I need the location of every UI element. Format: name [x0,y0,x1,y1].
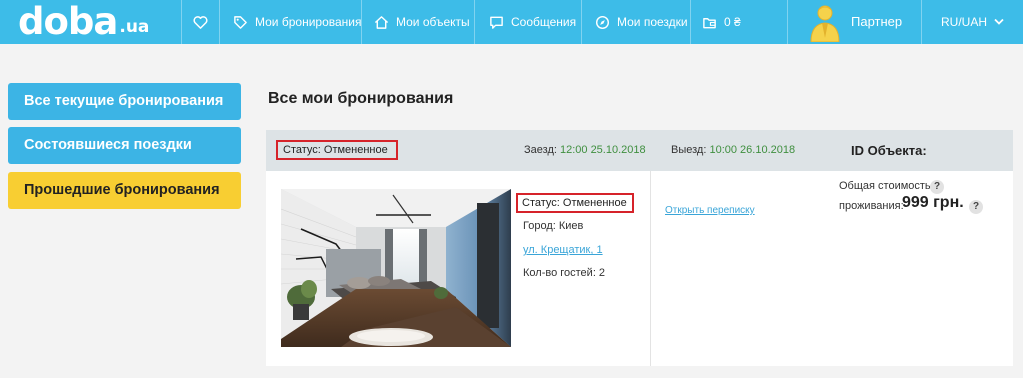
price-help-icon[interactable]: ? [969,200,983,214]
partner-avatar [810,5,840,42]
top-navigation-bar: doba .ua Мои бронирования Мои объекты Со… [0,0,1023,44]
nav-divider [181,0,182,44]
booking-card-header: Статус: Отмененное Заезд: 12:00 25.10.20… [266,130,1013,171]
logo-domain-text: .ua [119,17,150,37]
wallet-icon [703,17,716,28]
header-status-badge: Статус: Отмененное [276,140,398,160]
nav-divider [690,0,691,44]
total-cost-value: 999 грн. [902,194,964,211]
open-chat-link[interactable]: Открыть переписку [665,205,755,216]
language-currency-select[interactable]: RU/UAH [941,0,1004,44]
object-id-label: ID Объекта: [851,143,927,158]
booking-status-badge: Статус: Отмененное [516,193,634,213]
nav-messages[interactable]: Сообщения [489,0,576,44]
chat-icon [490,16,503,29]
favorites-button[interactable] [193,0,215,44]
checkin-info: Заезд: 12:00 25.10.2018 [524,130,646,171]
home-icon [374,15,389,29]
nav-my-objects[interactable]: Мои объекты [374,0,470,44]
balance-button[interactable]: 0 ₴ [702,0,741,44]
checkout-value: 10:00 26.10.2018 [709,144,796,156]
city-text: Город: Киев [523,220,584,232]
checkin-label: Заезд: [524,144,557,156]
sidebar-item-current-bookings[interactable]: Все текущие бронирования [8,83,241,120]
heart-icon [193,15,208,29]
nav-my-bookings[interactable]: Мои бронирования [233,0,361,44]
nav-divider [581,0,582,44]
nav-divider [219,0,220,44]
sidebar-item-past-bookings[interactable]: Прошедшие бронирования [8,172,241,209]
nav-my-trips-label: Мои поездки [617,15,688,29]
chevron-down-icon [994,18,1004,25]
language-currency-label: RU/UAH [941,15,988,29]
column-divider [650,171,651,366]
checkin-value: 12:00 25.10.2018 [559,144,646,156]
booking-card: Статус: Отмененное Заезд: 12:00 25.10.20… [266,130,1013,366]
tag-icon [234,15,247,29]
nav-divider [787,0,788,44]
total-cost-label-line1: Общая стоимость [839,180,931,192]
total-cost-label-line2: проживания: [839,200,904,212]
nav-divider [921,0,922,44]
logo[interactable]: doba .ua [18,2,149,42]
compass-icon [595,15,610,29]
nav-my-trips[interactable]: Мои поездки [595,0,688,44]
balance-label: 0 ₴ [724,15,741,29]
nav-my-bookings-label: Мои бронирования [255,15,362,29]
nav-divider [474,0,475,44]
nav-divider [361,0,362,44]
address-link[interactable]: ул. Крещатик, 1 [523,244,603,256]
sidebar-item-completed-trips[interactable]: Состоявшиеся поездки [8,127,241,164]
logo-main-text: doba [18,0,118,43]
guests-count-text: Кол-во гостей: 2 [523,267,606,279]
nav-my-objects-label: Мои объекты [396,15,470,29]
partner-label: Партнер [851,14,903,29]
checkout-label: Выезд: [671,144,707,156]
property-photo[interactable] [281,189,511,347]
nav-messages-label: Сообщения [511,15,577,29]
page-title: Все мои бронирования [268,90,454,107]
total-cost-help-icon[interactable]: ? [930,180,944,194]
checkout-info: Выезд: 10:00 26.10.2018 [671,130,795,171]
